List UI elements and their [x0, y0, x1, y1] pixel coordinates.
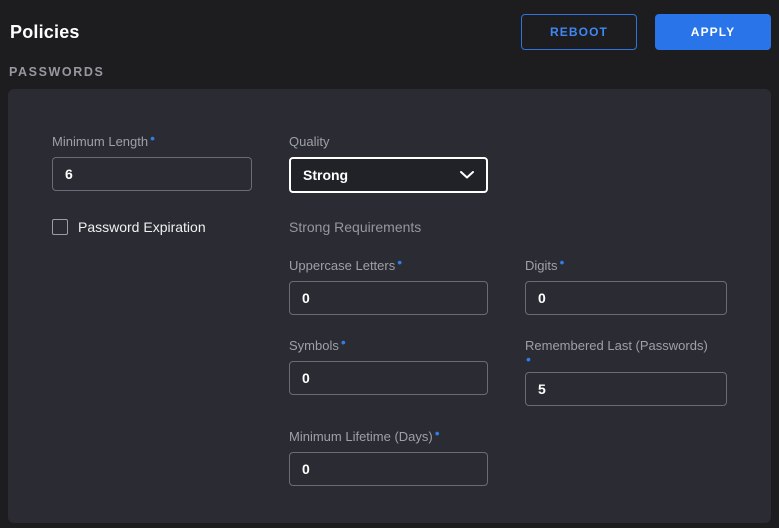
symbols-label: Symbols•: [289, 338, 488, 353]
remembered-last-input[interactable]: [525, 372, 727, 406]
password-expiration-row[interactable]: Password Expiration: [52, 219, 252, 235]
digits-label: Digits•: [525, 258, 727, 273]
apply-button[interactable]: APPLY: [655, 14, 771, 50]
reboot-button[interactable]: REBOOT: [521, 14, 637, 50]
required-indicator: •: [435, 428, 440, 438]
passwords-panel: Minimum Length• Quality Strong Password …: [8, 89, 771, 523]
minimum-lifetime-input[interactable]: [289, 452, 488, 486]
required-indicator: •: [397, 257, 402, 267]
password-expiration-label: Password Expiration: [78, 219, 206, 235]
minimum-length-input[interactable]: [52, 157, 252, 191]
minimum-length-label: Minimum Length•: [52, 134, 252, 149]
field-uppercase-letters: Uppercase Letters•: [289, 258, 488, 315]
page-title: Policies: [10, 22, 521, 43]
minimum-lifetime-label: Minimum Lifetime (Days)•: [289, 429, 488, 444]
field-quality: Quality Strong: [289, 134, 488, 193]
quality-label: Quality: [289, 134, 488, 149]
field-minimum-lifetime: Minimum Lifetime (Days)•: [289, 429, 488, 486]
strong-requirements-heading: Strong Requirements: [289, 219, 488, 235]
required-indicator: •: [526, 355, 727, 364]
field-minimum-length: Minimum Length•: [52, 134, 252, 191]
page-header: Policies REBOOT APPLY: [0, 0, 779, 50]
chevron-down-icon: [460, 171, 474, 179]
quality-select[interactable]: Strong: [289, 157, 488, 193]
passwords-section-label: PASSWORDS: [0, 50, 779, 79]
uppercase-letters-label: Uppercase Letters•: [289, 258, 488, 273]
symbols-input[interactable]: [289, 361, 488, 395]
field-remembered-last: Remembered Last (Passwords)•: [525, 338, 727, 406]
password-expiration-checkbox[interactable]: [52, 219, 68, 235]
uppercase-letters-input[interactable]: [289, 281, 488, 315]
remembered-last-label: Remembered Last (Passwords)•: [525, 338, 727, 364]
required-indicator: •: [341, 337, 346, 347]
required-indicator: •: [150, 133, 155, 143]
digits-input[interactable]: [525, 281, 727, 315]
field-digits: Digits•: [525, 258, 727, 315]
required-indicator: •: [560, 257, 565, 267]
field-symbols: Symbols•: [289, 338, 488, 395]
passwords-form: Minimum Length• Quality Strong Password …: [52, 134, 771, 486]
quality-selected-value: Strong: [303, 167, 348, 183]
